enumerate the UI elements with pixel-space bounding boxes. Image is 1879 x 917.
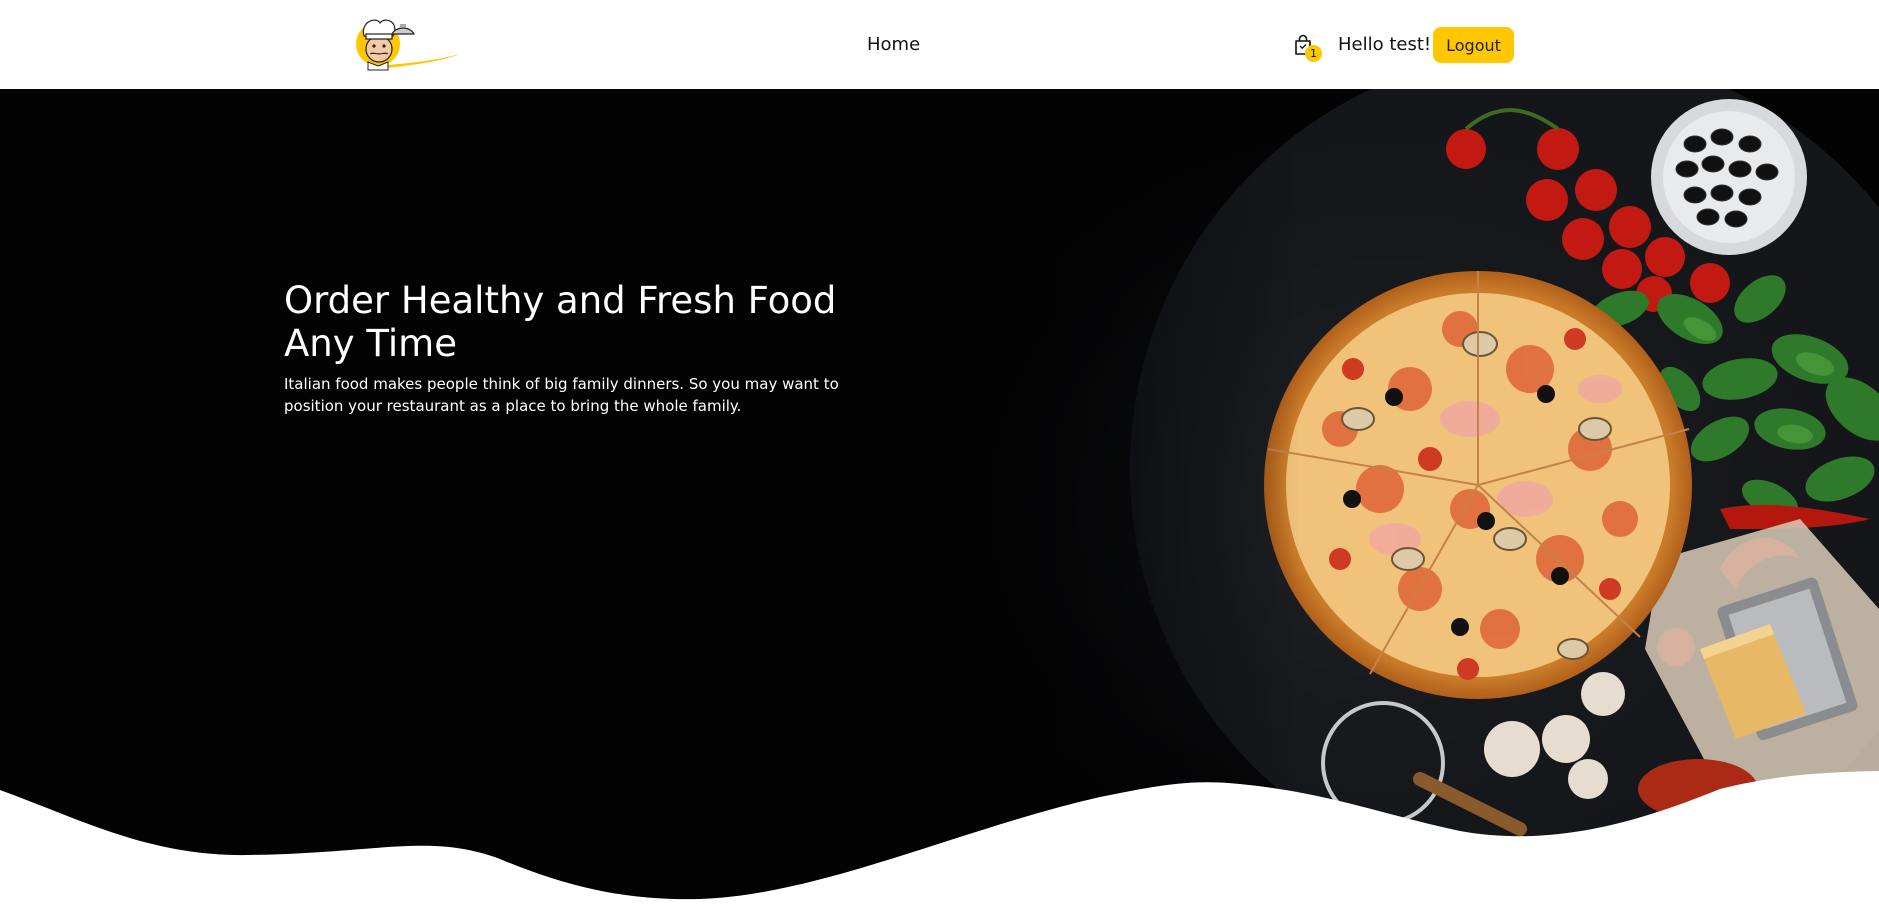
- cart-count-badge: 1: [1305, 45, 1322, 62]
- site-header: Home 1 Hello test! Logout: [0, 0, 1879, 89]
- cart-button[interactable]: 1: [1293, 34, 1323, 66]
- hero-wave-divider: [0, 771, 1879, 917]
- user-greeting: Hello test!: [1338, 34, 1432, 55]
- logout-button[interactable]: Logout: [1433, 27, 1514, 63]
- chef-logo[interactable]: [352, 14, 462, 72]
- nav-home-link[interactable]: Home: [867, 34, 920, 55]
- hero-section: Order Healthy and Fresh Food Any Time It…: [0, 89, 1879, 917]
